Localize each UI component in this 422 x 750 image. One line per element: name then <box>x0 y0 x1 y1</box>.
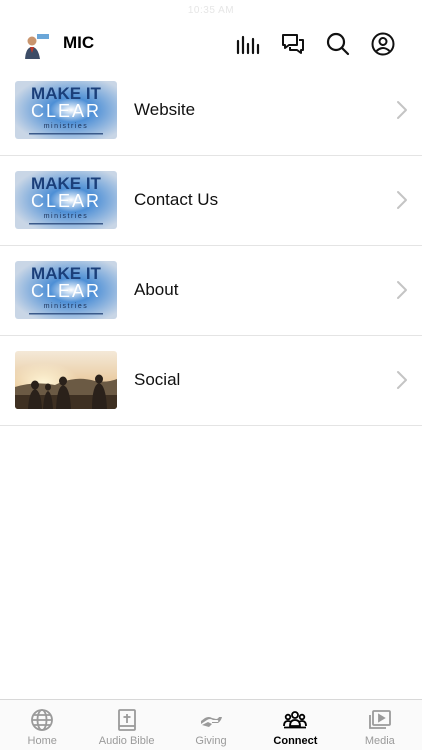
bible-icon <box>115 708 139 732</box>
people-sunset-photo <box>15 351 117 409</box>
search-icon[interactable] <box>325 31 351 57</box>
status-bar: 10:35 AM <box>0 0 422 22</box>
giving-hand-icon <box>199 708 223 732</box>
chevron-right-icon <box>396 190 408 210</box>
connect-list: MAKE IT CLEAR ministries Website MAKE IT… <box>0 66 422 426</box>
make-it-clear-thumbnail: MAKE IT CLEAR ministries <box>15 261 117 319</box>
list-item-about[interactable]: MAKE IT CLEAR ministries About <box>0 246 422 336</box>
media-play-icon <box>368 708 392 732</box>
people-group-icon <box>283 708 308 732</box>
make-it-clear-thumbnail: MAKE IT CLEAR ministries <box>15 81 117 139</box>
tab-audio-bible[interactable]: Audio Bible <box>84 700 168 750</box>
profile-icon[interactable] <box>370 31 396 57</box>
chat-bubbles-icon[interactable] <box>280 31 306 57</box>
tab-giving[interactable]: Giving <box>169 700 253 750</box>
tab-label: Home <box>27 735 57 747</box>
list-item-label: Social <box>134 370 181 389</box>
globe-icon <box>30 708 54 732</box>
thumbnail-line3: ministries <box>44 213 89 220</box>
tab-connect[interactable]: Connect <box>253 700 337 750</box>
list-item-contact-us[interactable]: MAKE IT CLEAR ministries Contact Us <box>0 156 422 246</box>
audio-bars-icon[interactable] <box>235 31 261 57</box>
tab-label: Giving <box>195 735 227 747</box>
chevron-right-icon <box>396 370 408 390</box>
app-title: MIC <box>63 33 95 52</box>
tab-media[interactable]: Media <box>338 700 422 750</box>
make-it-clear-thumbnail: MAKE IT CLEAR ministries <box>15 171 117 229</box>
tab-label: Audio Bible <box>98 735 155 747</box>
thumbnail-line3: ministries <box>44 303 89 310</box>
list-item-label: Website <box>134 100 196 119</box>
list-item-social[interactable]: Social <box>0 336 422 426</box>
app-header: MIC <box>0 22 422 66</box>
church-logo <box>22 31 50 59</box>
list-item-label: About <box>134 280 179 299</box>
thumbnail-line2: CLEAR <box>31 191 101 211</box>
tab-label: Connect <box>273 735 318 747</box>
bottom-tab-bar: Home Audio Bible Giving Connect Media <box>0 699 422 750</box>
tab-home[interactable]: Home <box>0 700 84 750</box>
chevron-right-icon <box>396 100 408 120</box>
tab-label: Media <box>364 735 395 747</box>
thumbnail-line2: CLEAR <box>31 101 101 121</box>
chevron-right-icon <box>396 280 408 300</box>
status-time: 10:35 AM <box>187 5 235 16</box>
thumbnail-line3: ministries <box>44 123 89 130</box>
thumbnail-line2: CLEAR <box>31 281 101 301</box>
list-item-website[interactable]: MAKE IT CLEAR ministries Website <box>0 66 422 156</box>
list-item-label: Contact Us <box>134 190 219 209</box>
